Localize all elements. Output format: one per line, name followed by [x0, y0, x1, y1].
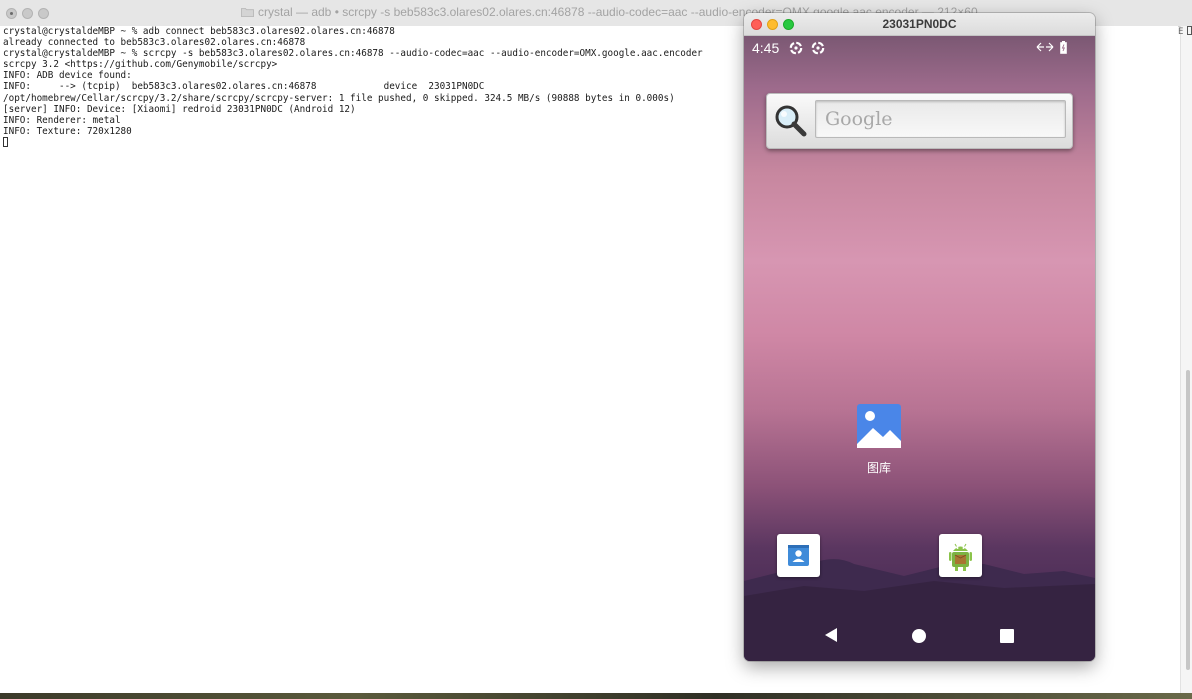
scrcpy-window: 23031PN0DC 4:45 Google 图库	[744, 13, 1095, 661]
android-installer-icon	[949, 543, 972, 571]
terminal-close-button[interactable]	[6, 8, 17, 19]
terminal-line: /opt/homebrew/Cellar/scrcpy/3.2/share/sc…	[3, 92, 675, 104]
gallery-icon[interactable]	[857, 404, 901, 448]
sync-icon	[789, 41, 803, 55]
desktop-background-strip	[0, 693, 1192, 699]
terminal-line: scrcpy 3.2 <https://github.com/Genymobil…	[3, 59, 278, 71]
terminal-line: crystal@crystaldeMBP ~ % scrcpy -s beb58…	[3, 48, 703, 60]
magnifier-icon[interactable]	[773, 103, 809, 139]
google-search-input[interactable]: Google	[815, 100, 1066, 138]
scrollbar-thumb[interactable]	[1186, 370, 1190, 670]
scrcpy-titlebar[interactable]: 23031PN0DC	[744, 13, 1095, 36]
back-icon[interactable]	[823, 627, 839, 643]
data-arrows-icon	[1036, 42, 1054, 52]
battery-icon	[1060, 41, 1067, 54]
terminal-lines: crystal@crystaldeMBP ~ % adb connect beb…	[3, 26, 703, 148]
contacts-icon	[788, 545, 809, 566]
terminal-minimize-button[interactable]	[22, 8, 33, 19]
terminal-line: crystal@crystaldeMBP ~ % adb connect beb…	[3, 26, 395, 37]
terminal-line: INFO: Texture: 720x1280	[3, 125, 132, 137]
terminal-line: INFO: Renderer: metal	[3, 114, 121, 126]
terminal-line: [server] INFO: Device: [Xiaomi] redroid …	[3, 103, 356, 115]
folder-icon	[241, 8, 254, 17]
scrcpy-window-title: 23031PN0DC	[882, 17, 957, 31]
google-search-widget[interactable]: Google	[766, 93, 1073, 149]
status-bar-time: 4:45	[752, 40, 780, 56]
text-cursor	[3, 136, 8, 147]
scrollbar-marker: E	[1178, 27, 1184, 37]
gallery-app-label[interactable]: 图库	[839, 459, 919, 476]
sync-icon	[811, 41, 825, 55]
terminal-prompt-line	[3, 136, 703, 148]
terminal-line: already connected to beb583c3.olares02.o…	[3, 37, 306, 49]
contacts-app[interactable]	[777, 534, 820, 577]
terminal-line: INFO: --> (tcpip) beb583c3.olares02.olar…	[3, 81, 485, 93]
terminal-line: INFO: ADB device found:	[3, 70, 132, 82]
home-icon[interactable]	[912, 629, 926, 643]
android-screen[interactable]: 4:45 Google 图库	[744, 36, 1095, 661]
recents-icon[interactable]	[1000, 629, 1014, 643]
scrollbar-marker-box	[1187, 26, 1192, 35]
apk-installer-app[interactable]	[939, 534, 982, 577]
terminal-zoom-button[interactable]	[38, 8, 49, 19]
